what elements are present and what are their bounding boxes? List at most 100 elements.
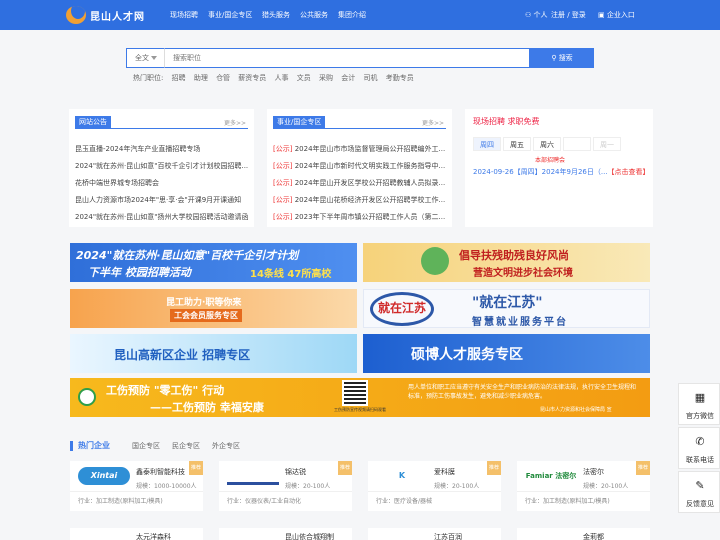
search-input[interactable]: [164, 48, 530, 68]
enterprise-logo: Xintai: [78, 467, 130, 485]
hot-position-item[interactable]: 采购: [319, 74, 333, 82]
nav-item-group[interactable]: 集团介绍: [338, 10, 366, 20]
search-bar: 全文 ⚲ 搜索: [126, 48, 594, 68]
gov-more-link[interactable]: 更多>>: [422, 118, 444, 127]
tab-day[interactable]: 周一: [593, 137, 621, 151]
banner-hightech-zone[interactable]: 昆山高新区企业 招聘专区: [70, 334, 357, 373]
banner-campus-recruit[interactable]: 2024"就在苏州·昆山如意"百校千企引才计划 下半年 校园招聘活动 14条线 …: [70, 243, 357, 282]
enterprise-logo: K: [398, 471, 406, 480]
tab-private[interactable]: 民企专区: [172, 441, 200, 451]
hot-position-item[interactable]: 文员: [297, 74, 311, 82]
onsite-subtitle: 本部招聘会: [535, 157, 566, 164]
divider: [219, 491, 352, 492]
banner-master-doctor[interactable]: 硕博人才服务专区: [363, 334, 650, 373]
phone-icon: ✆: [695, 435, 705, 448]
site-logo[interactable]: 昆山人才网: [66, 5, 156, 25]
enterprise-card[interactable]: 昆山依合城翔制: [219, 528, 352, 540]
tab-day[interactable]: 周五: [503, 137, 531, 151]
hot-position-item[interactable]: 考勤专员: [386, 74, 414, 82]
grid-icon: ▦: [694, 391, 706, 404]
chevron-down-icon: [151, 56, 157, 60]
gov-list: [公示] 2024年昆山市市场监督管理局公开招聘编外工... [公示] 2024…: [273, 141, 446, 226]
onsite-title: 现场招聘 求职免费: [473, 117, 540, 126]
notice-more-link[interactable]: 更多>>: [224, 118, 246, 127]
gov-title: 事业/国企专区: [273, 116, 326, 128]
search-icon: ⚲: [551, 54, 557, 62]
hot-position-item[interactable]: 仓管: [216, 74, 230, 82]
banner-injury-prevention[interactable]: 工伤预防 "零工伤" 行动 ——工伤预防 幸福安康 工伤预防宣传视频请扫码观看 …: [70, 378, 650, 417]
notice-card: 网站公告 更多>> 昆玉直播-2024年汽车产业直播招聘专场 2024"就在苏州…: [69, 109, 254, 227]
enterprise-card[interactable]: 江苏百润: [368, 528, 501, 540]
notice-list: 昆玉直播-2024年汽车产业直播招聘专场 2024"就在苏州·昆山如意"百校千企…: [75, 141, 248, 226]
enterprise-card[interactable]: Famiar 法密尔 法密尔 规模：20-100人 行业：加工制造(原料加工/模…: [517, 461, 650, 511]
logo-text: 昆山人才网: [90, 12, 145, 23]
hot-positions: 热门职位: 招聘 助理 仓管 薪资专员 人事 文员 采购 会计 司机 考勤专员: [133, 73, 420, 83]
recommend-badge: 推荐: [338, 461, 352, 475]
hot-position-item[interactable]: 招聘: [172, 74, 186, 82]
login-register-link[interactable]: 注册 / 登录: [551, 10, 586, 20]
emblem-icon: [78, 388, 96, 406]
onsite-card: 现场招聘 求职免费 周四 周五 周六 周一 本部招聘会 2024-09-26【周…: [465, 109, 653, 227]
top-header: 昆山人才网 现场招聘 事业/国企专区 猎头服务 公共服务 集团介绍 ⚇ 个人 注…: [0, 0, 720, 30]
hot-position-item[interactable]: 人事: [275, 74, 289, 82]
hot-position-item[interactable]: 司机: [363, 74, 377, 82]
enterprise-logo: [227, 467, 279, 485]
side-phone-button[interactable]: ✆ 联系电话: [678, 427, 720, 469]
tab-state-owned[interactable]: 国企专区: [132, 441, 160, 451]
notice-title: 网站公告: [75, 116, 111, 128]
enterprise-card[interactable]: 太元洋森科: [70, 528, 203, 540]
list-item[interactable]: 花桥中端世界城专场招聘会: [75, 175, 248, 192]
building-icon: ▣: [598, 11, 605, 19]
tab-day[interactable]: [563, 137, 591, 151]
logo-icon: [66, 6, 86, 24]
tab-foreign[interactable]: 外企专区: [212, 441, 240, 451]
tab-day[interactable]: 周四: [473, 137, 501, 151]
list-item[interactable]: [公示] 2024年昆山市市场监督管理局公开招聘编外工...: [273, 141, 446, 158]
enterprise-card[interactable]: Xintai 鑫泰利智能科技 规模：1000-10000人 行业：加工制造(原料…: [70, 461, 203, 511]
side-wechat-button[interactable]: ▦ 官方微信: [678, 383, 720, 425]
recommend-badge: 推荐: [487, 461, 501, 475]
banner-disability-support[interactable]: 倡导扶残助残良好风尚 营造文明进步社会环境: [363, 243, 650, 282]
enterprise-card[interactable]: 锦达锐 规模：20-100人 行业：仪器仪表/工业自动化 推荐: [219, 461, 352, 511]
nav-item-headhunt[interactable]: 猎头服务: [262, 10, 290, 20]
user-icon: ⚇: [525, 11, 532, 19]
weekday-tabs: 周四 周五 周六 周一: [473, 137, 639, 151]
side-feedback-button[interactable]: ✎ 反馈意见: [678, 471, 720, 513]
hot-position-item[interactable]: 会计: [341, 74, 355, 82]
nav-item-gov[interactable]: 事业/国企专区: [208, 10, 252, 20]
list-item[interactable]: 2024"就在苏州·昆山如意"扬州大学校园招聘活动邀请函: [75, 209, 248, 226]
banner-jiangsu-employment[interactable]: 就在江苏 "就在江苏" 智慧就业服务平台: [363, 289, 650, 328]
recommend-badge: 推荐: [189, 461, 203, 475]
hot-positions-label: 热门职位:: [133, 74, 164, 82]
tab-day[interactable]: 周六: [533, 137, 561, 151]
nav-item-onsite[interactable]: 现场招聘: [170, 10, 198, 20]
list-item[interactable]: 昆山人力资源市场2024年"思·享·会"开课9月开课通知: [75, 192, 248, 209]
banner-union-service[interactable]: 昆工助力·职等你来 工会会员服务专区: [70, 289, 357, 328]
hot-position-item[interactable]: 薪资专员: [238, 74, 266, 82]
enterprise-logo: Famiar 法密尔: [525, 472, 577, 480]
onsite-event[interactable]: 2024-09-26【周四】2024年9月26日（...【点击查看】: [473, 167, 650, 177]
enterprise-card[interactable]: K 爱科膜 规模：20-100人 行业：医疗设备/器械 推荐: [368, 461, 501, 511]
search-button[interactable]: ⚲ 搜索: [530, 48, 594, 68]
search-category-select[interactable]: 全文: [126, 48, 164, 68]
feedback-icon: ✎: [695, 479, 705, 492]
qr-code-icon: [342, 380, 368, 406]
divider: [368, 491, 501, 492]
list-item[interactable]: 昆玉直播-2024年汽车产业直播招聘专场: [75, 141, 248, 158]
list-item[interactable]: [公示] 2024年昆山市新时代文明实践工作服务指导中...: [273, 158, 446, 175]
hot-position-item[interactable]: 助理: [194, 74, 208, 82]
list-item[interactable]: 2024"就在苏州·昆山如意"百校千企引才计划校园招聘...: [75, 158, 248, 175]
divider: [273, 128, 446, 129]
hot-enterprise-title: 热门企业: [78, 441, 110, 450]
enterprise-card[interactable]: 金莉都: [517, 528, 650, 540]
nav-item-public[interactable]: 公共服务: [300, 10, 328, 20]
list-item[interactable]: [公示] 2024年昆山开发区学校公开招聘教辅人员拟录...: [273, 175, 446, 192]
divider: [517, 491, 650, 492]
emblem-icon: [421, 247, 449, 275]
enterprise-entry-link[interactable]: ▣ 企业入口: [598, 10, 635, 20]
recommend-badge: 推荐: [636, 461, 650, 475]
personal-link[interactable]: ⚇ 个人: [525, 10, 548, 20]
gov-card: 事业/国企专区 更多>> [公示] 2024年昆山市市场监督管理局公开招聘编外工…: [267, 109, 452, 227]
list-item[interactable]: [公示] 2023年下半年周市镇公开招聘工作人员（第二...: [273, 209, 446, 226]
list-item[interactable]: [公示] 2024年昆山花桥经济开发区公开招聘学校工作...: [273, 192, 446, 209]
